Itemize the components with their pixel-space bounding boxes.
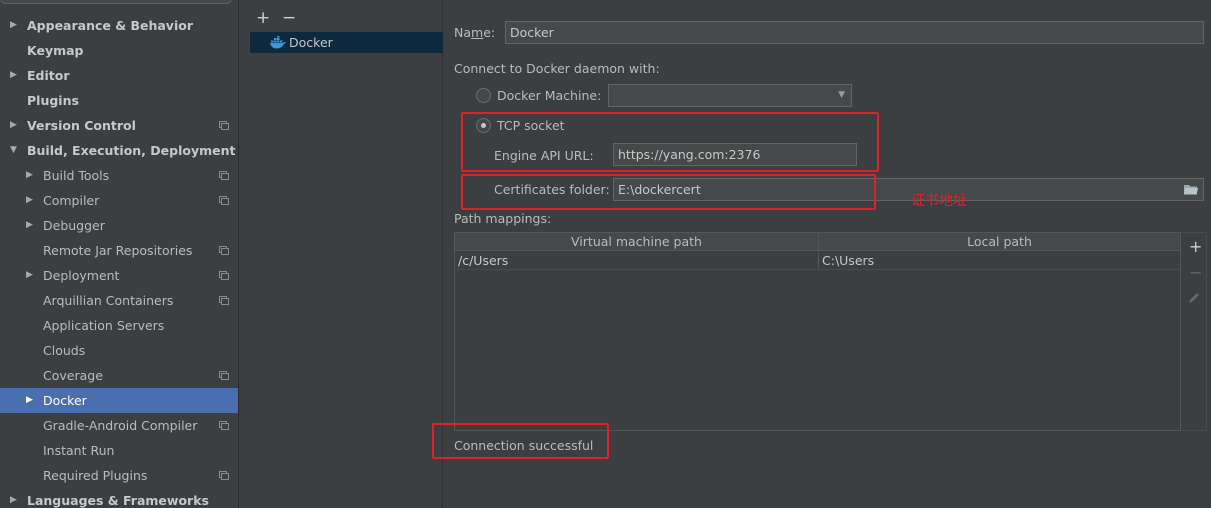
sidebar-item-label: Gradle-Android Compiler (43, 418, 198, 433)
column-header-local-path[interactable]: Local path (818, 233, 1180, 251)
docker-config-list-panel: + − Docker (240, 0, 443, 508)
chevron-right-icon[interactable]: ▶ (26, 388, 33, 413)
sidebar-item-label: Build Tools (43, 168, 110, 183)
chevron-right-icon[interactable]: ▶ (26, 188, 33, 213)
sidebar-item-label: Required Plugins (43, 468, 148, 483)
sidebar-item-label: Plugins (27, 93, 79, 108)
sidebar-item[interactable]: Coverage (0, 363, 238, 388)
docker-config-item[interactable]: Docker (250, 32, 443, 53)
project-level-icon (219, 296, 229, 305)
sidebar-item-label: Compiler (43, 193, 100, 208)
connect-label: Connect to Docker daemon with: (454, 61, 660, 76)
certificates-highlight (461, 174, 876, 210)
add-button[interactable]: + (256, 8, 270, 28)
chevron-right-icon[interactable]: ▶ (10, 13, 17, 38)
sidebar-item[interactable]: Gradle-Android Compiler (0, 413, 238, 438)
sidebar-item[interactable]: ▶ Deployment (0, 263, 238, 288)
sidebar-item[interactable]: Plugins (0, 88, 238, 113)
status-highlight (432, 423, 609, 459)
sidebar-item[interactable]: Remote Jar Repositories (0, 238, 238, 263)
sidebar-item-label: Debugger (43, 218, 105, 233)
sidebar-item[interactable]: Clouds (0, 338, 238, 363)
docker-whale-icon (270, 36, 286, 49)
chevron-down-icon[interactable]: ▼ (10, 138, 17, 163)
search-icon: ⌕ (7, 0, 12, 3)
sidebar-item-label: Docker (43, 393, 87, 408)
sidebar-item-label: Application Servers (43, 318, 165, 333)
docker-machine-dropdown[interactable]: ▼ (608, 84, 852, 107)
docker-machine-radio[interactable] (476, 88, 491, 103)
project-level-icon (219, 471, 229, 480)
sidebar-item[interactable]: Application Servers (0, 313, 238, 338)
sidebar-item[interactable]: Keymap (0, 38, 238, 63)
table-cell-vm-path[interactable]: /c/Users (455, 252, 818, 270)
search-field[interactable]: ⌕ (0, 0, 232, 4)
certificate-address-annotation: 证书地址 (911, 193, 967, 209)
remove-button[interactable]: − (282, 8, 296, 28)
chevron-right-icon[interactable]: ▶ (26, 213, 33, 238)
chevron-right-icon[interactable]: ▶ (26, 163, 33, 188)
sidebar-item[interactable]: ▶ Docker (0, 388, 238, 413)
sidebar-item[interactable]: ▶ Editor (0, 63, 238, 88)
project-level-icon (219, 196, 229, 205)
sidebar-item-label: Build, Execution, Deployment (27, 143, 236, 158)
settings-tree: ⌕ ▶ Appearance & Behavior Keymap ▶ Editor Plu… (0, 0, 239, 508)
sidebar-item[interactable]: ▶ Compiler (0, 188, 238, 213)
remove-mapping-button[interactable]: − (1189, 265, 1202, 281)
project-level-icon (219, 171, 229, 180)
name-field[interactable]: Docker (505, 21, 1204, 44)
column-header-vm-path[interactable]: Virtual machine path (455, 233, 818, 251)
docker-machine-label: Docker Machine: (497, 88, 602, 103)
sidebar-item-label: Clouds (43, 343, 86, 358)
table-toolbar: + − (1182, 232, 1207, 431)
sidebar-item-label: Languages & Frameworks (27, 493, 209, 508)
sidebar-item[interactable]: ▶ Build Tools (0, 163, 238, 188)
sidebar-item-label: Instant Run (43, 443, 115, 458)
project-level-icon (219, 121, 229, 130)
sidebar-item[interactable]: ▶ Debugger (0, 213, 238, 238)
project-level-icon (219, 271, 229, 280)
chevron-right-icon[interactable]: ▶ (10, 63, 17, 88)
sidebar-item[interactable]: ▼ Build, Execution, Deployment (0, 138, 238, 163)
table-cell-local-path[interactable]: C:\Users (818, 252, 1180, 270)
path-mappings-table: Virtual machine path Local path /c/Users… (454, 232, 1181, 431)
sidebar-item-label: Arquillian Containers (43, 293, 174, 308)
sidebar-item-label: Remote Jar Repositories (43, 243, 193, 258)
sidebar-item-label: Editor (27, 68, 70, 83)
sidebar-item-label: Appearance & Behavior (27, 18, 193, 33)
folder-icon[interactable] (1184, 184, 1198, 195)
sidebar-item[interactable]: Required Plugins (0, 463, 238, 488)
project-level-icon (219, 371, 229, 380)
chevron-right-icon[interactable]: ▶ (26, 263, 33, 288)
sidebar-item[interactable]: ▶ Version Control (0, 113, 238, 138)
tcp-socket-highlight (461, 112, 879, 172)
name-label: Name: (454, 25, 496, 40)
sidebar-item[interactable]: Instant Run (0, 438, 238, 463)
add-mapping-button[interactable]: + (1189, 239, 1202, 255)
project-level-icon (219, 246, 229, 255)
sidebar-item-label: Deployment (43, 268, 120, 283)
project-level-icon (219, 421, 229, 430)
chevron-down-icon: ▼ (838, 90, 845, 100)
sidebar-item-label: Version Control (27, 118, 136, 133)
sidebar-item[interactable]: ▶ Languages & Frameworks (0, 488, 238, 508)
edit-mapping-icon[interactable] (1188, 291, 1201, 304)
sidebar-item-label: Keymap (27, 43, 84, 58)
docker-config-item-label: Docker (289, 35, 333, 50)
sidebar-item-label: Coverage (43, 368, 103, 383)
chevron-right-icon[interactable]: ▶ (10, 488, 17, 508)
chevron-right-icon[interactable]: ▶ (10, 113, 17, 138)
sidebar-item[interactable]: ▶ Appearance & Behavior (0, 13, 238, 38)
path-mappings-label: Path mappings: (454, 211, 552, 226)
sidebar-item[interactable]: Arquillian Containers (0, 288, 238, 313)
